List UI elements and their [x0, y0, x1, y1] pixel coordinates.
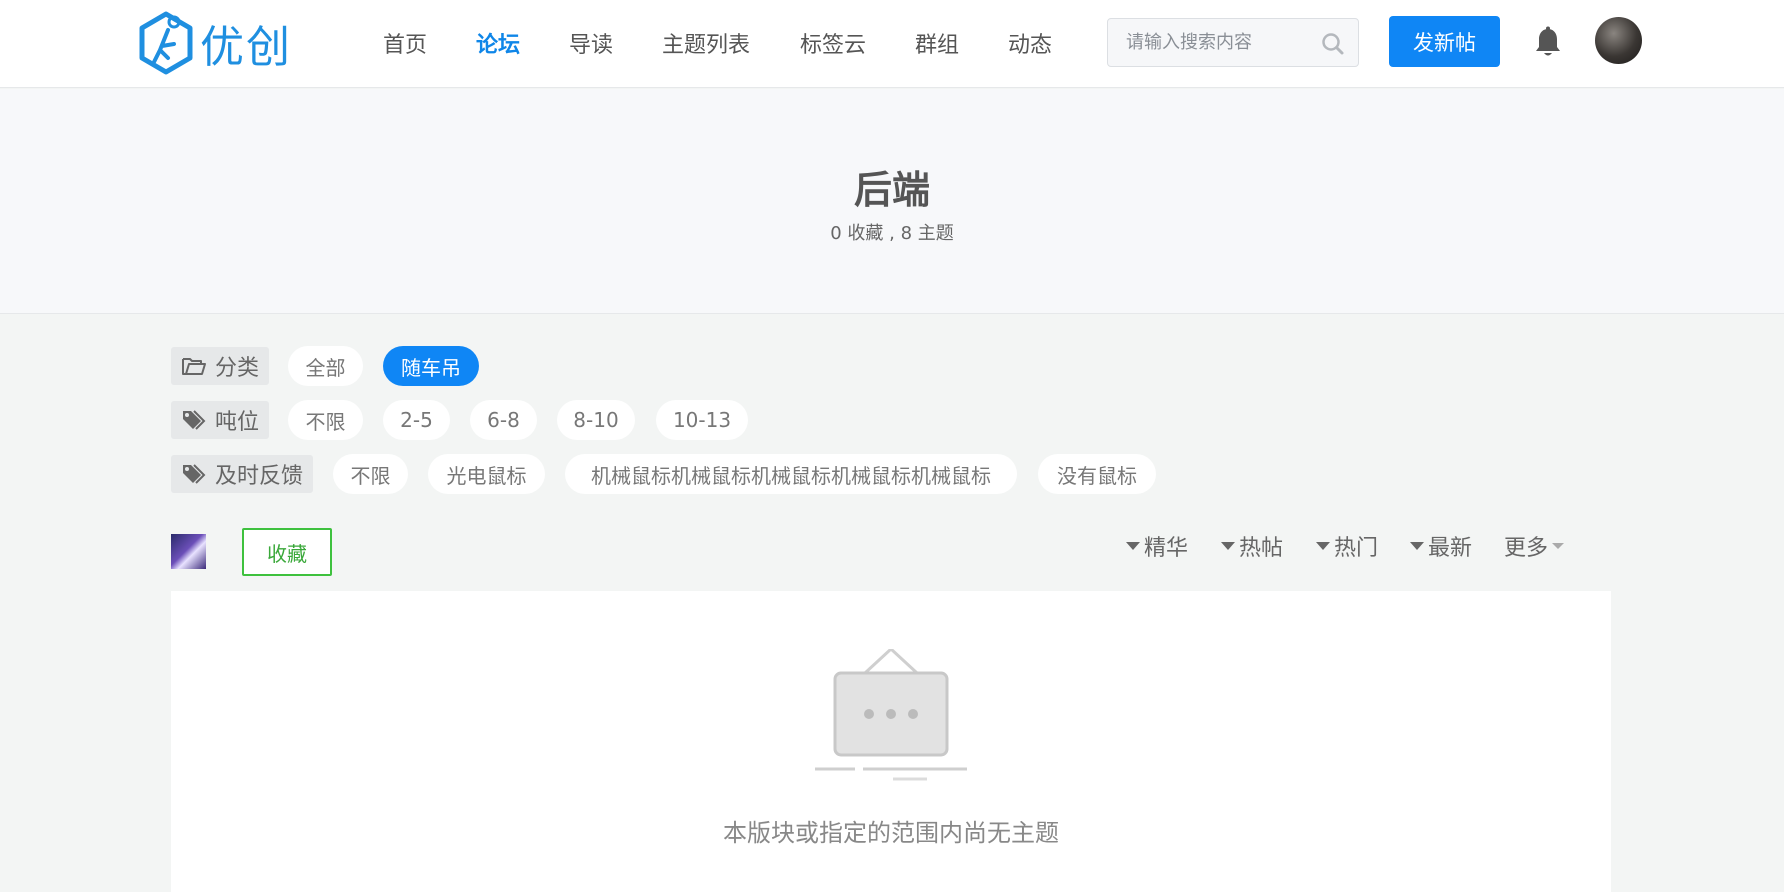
nav-forum[interactable]: 论坛 — [476, 27, 520, 59]
filter-tonnage-2-5[interactable]: 2-5 — [383, 400, 450, 440]
empty-board-icon — [815, 649, 967, 781]
empty-message: 本版块或指定的范围内尚无主题 — [723, 819, 1059, 847]
search-icon[interactable] — [1320, 31, 1346, 57]
caret-down-icon — [1126, 542, 1140, 550]
tags-icon — [183, 464, 206, 484]
forum-stats: 0 收藏 , 8 主题 — [830, 223, 954, 244]
sort-latest[interactable]: 最新 — [1410, 530, 1472, 562]
nav-topic-list[interactable]: 主题列表 — [662, 27, 750, 59]
filter-category-crane[interactable]: 随车吊 — [383, 346, 479, 386]
bell-icon[interactable] — [1533, 26, 1563, 60]
caret-down-icon — [1552, 543, 1565, 549]
search-input[interactable] — [1108, 19, 1318, 66]
filter-label-feedback: 及时反馈 — [171, 455, 314, 493]
logo-text: 优创 — [200, 22, 292, 73]
filter-tonnage-8-10[interactable]: 8-10 — [557, 400, 635, 440]
caret-down-icon — [1316, 542, 1330, 550]
forum-banner: 后端 0 收藏 , 8 主题 — [0, 89, 1784, 314]
nav-activity[interactable]: 动态 — [1008, 27, 1052, 59]
new-post-button[interactable]: 发新帖 — [1389, 16, 1500, 67]
filter-tonnage-any[interactable]: 不限 — [288, 400, 363, 440]
nav-guide[interactable]: 导读 — [569, 27, 613, 59]
filter-feedback-mechanical[interactable]: 机械鼠标机械鼠标机械鼠标机械鼠标机械鼠标 — [565, 454, 1017, 494]
folder-icon — [182, 358, 206, 375]
filter-feedback-none[interactable]: 没有鼠标 — [1038, 454, 1156, 494]
sort-label: 热门 — [1334, 536, 1379, 561]
nav-groups[interactable]: 群组 — [915, 27, 959, 59]
nav-home[interactable]: 首页 — [383, 27, 427, 59]
sort-more[interactable]: 更多 — [1504, 530, 1565, 562]
sort-label: 热帖 — [1239, 536, 1284, 561]
site-logo[interactable]: 优创 — [138, 8, 292, 78]
sort-popular[interactable]: 热门 — [1316, 530, 1378, 562]
filter-label-text: 分类 — [215, 356, 260, 381]
filter-tonnage-10-13[interactable]: 10-13 — [656, 400, 748, 440]
tags-icon — [183, 410, 206, 430]
top-header: 优创 首页 论坛 导读 主题列表 标签云 群组 动态 发新帖 — [0, 0, 1784, 88]
filter-feedback-any[interactable]: 不限 — [333, 454, 408, 494]
filter-label-category: 分类 — [171, 347, 270, 385]
nav-tag-cloud[interactable]: 标签云 — [800, 27, 866, 59]
sort-hot-posts[interactable]: 热帖 — [1221, 530, 1283, 562]
filter-tonnage-6-8[interactable]: 6-8 — [470, 400, 537, 440]
user-avatar[interactable] — [1595, 17, 1642, 64]
filter-category-all[interactable]: 全部 — [288, 346, 363, 386]
sort-digest[interactable]: 精华 — [1126, 530, 1188, 562]
sort-label: 更多 — [1504, 536, 1549, 561]
filter-label-text: 及时反馈 — [215, 464, 304, 489]
forum-thumbnail — [171, 534, 206, 569]
sort-label: 精华 — [1144, 536, 1189, 561]
forum-title: 后端 — [853, 168, 930, 212]
thread-list-panel: 本版块或指定的范围内尚无主题 — [171, 591, 1611, 892]
filter-feedback-optical[interactable]: 光电鼠标 — [428, 454, 545, 494]
filter-label-tonnage: 吨位 — [171, 401, 270, 439]
caret-down-icon — [1221, 542, 1235, 550]
logo-icon — [139, 11, 193, 75]
filter-label-text: 吨位 — [215, 410, 260, 435]
sort-label: 最新 — [1428, 536, 1473, 561]
caret-down-icon — [1410, 542, 1424, 550]
search-box — [1107, 18, 1359, 67]
favorite-button[interactable]: 收藏 — [242, 528, 332, 576]
